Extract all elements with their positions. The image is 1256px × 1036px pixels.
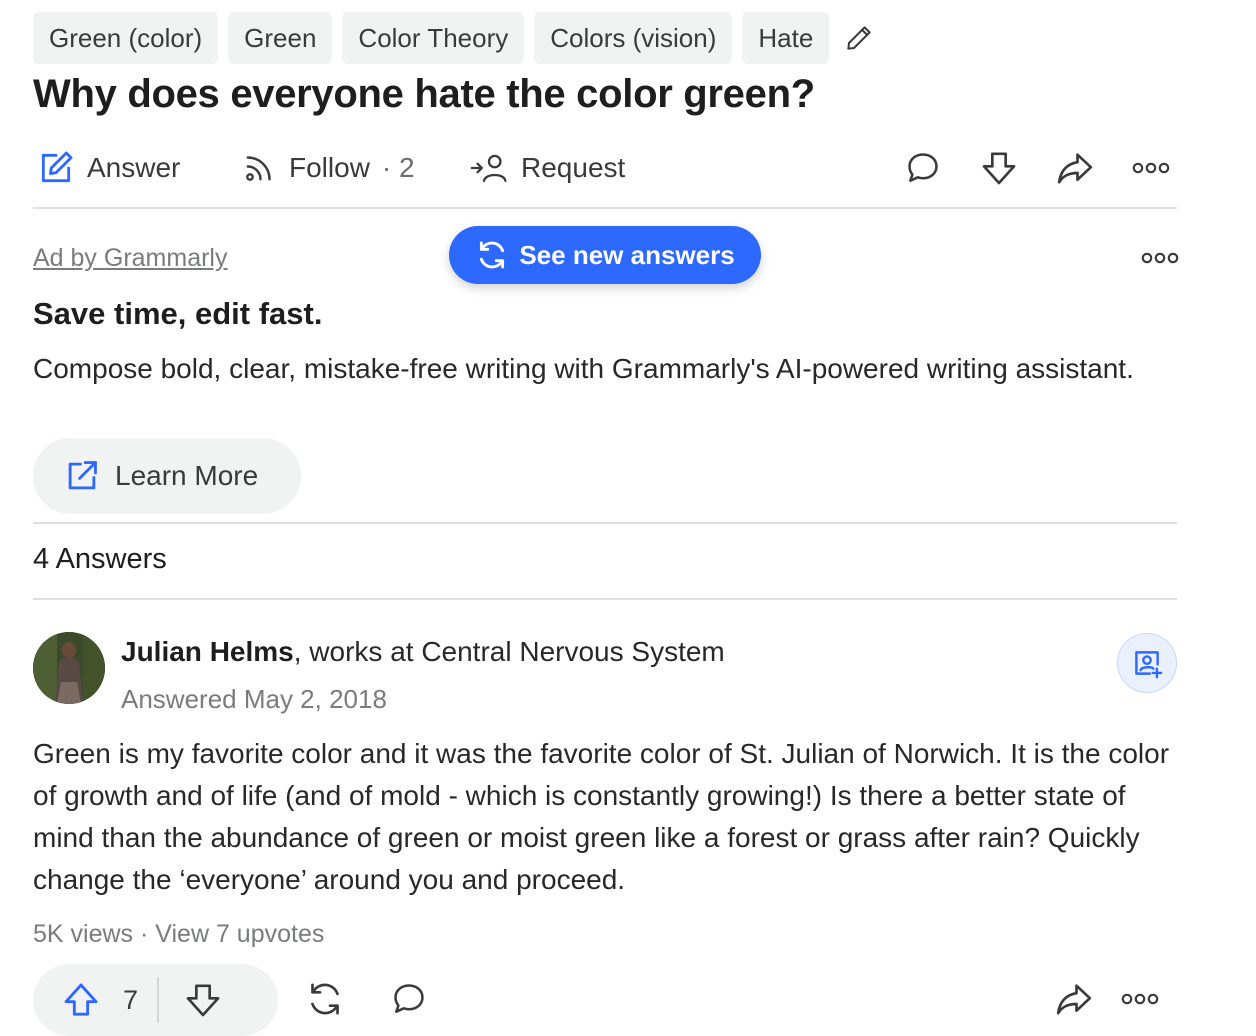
downvote-question-button[interactable] (977, 146, 1021, 190)
see-new-answers-button[interactable]: See new answers (449, 226, 761, 284)
answer-button[interactable]: Answer (37, 140, 180, 196)
see-new-answers-label: See new answers (519, 239, 735, 270)
answer-comment-button[interactable] (387, 977, 431, 1021)
vote-pill: 7 (33, 964, 278, 1036)
author-credential: , works at Central Nervous System (293, 636, 725, 667)
follow-feed-icon (241, 150, 277, 186)
request-person-icon (469, 150, 509, 186)
view-upvotes-link[interactable]: View 7 upvotes (155, 920, 324, 948)
pencil-icon (844, 23, 874, 53)
divider (33, 207, 1177, 209)
author-name[interactable]: Julian Helms (121, 636, 294, 667)
ad-sponsor-link[interactable]: Ad by Grammarly (33, 244, 227, 273)
follow-person-icon (1130, 646, 1164, 680)
views-count: 5K views (33, 920, 134, 948)
downvote-icon (979, 148, 1019, 188)
more-icon (1120, 992, 1160, 1006)
follow-author-button[interactable] (1117, 633, 1177, 693)
share-icon (1054, 979, 1094, 1019)
learn-more-label: Learn More (115, 460, 259, 491)
comment-button[interactable] (901, 146, 945, 190)
request-answer-button[interactable]: Request (469, 140, 625, 196)
answered-date[interactable]: Answered May 2, 2018 (121, 684, 387, 715)
topic-list: Green (color) Green Color Theory Colors … (33, 12, 879, 64)
ad-body-text: Compose bold, clear, mistake-free writin… (33, 353, 1134, 384)
follow-question-button[interactable]: Follow · 2 (241, 140, 415, 196)
question-title[interactable]: Why does everyone hate the color green? (33, 72, 815, 117)
follow-count: · 2 (381, 152, 415, 183)
downvote-button[interactable] (159, 964, 247, 1036)
reshare-button[interactable] (303, 977, 347, 1021)
upvote-icon (61, 980, 101, 1020)
answer-edit-icon (37, 149, 75, 187)
share-answer-button[interactable] (1052, 977, 1096, 1021)
topic-chip[interactable]: Colors (vision) (534, 12, 733, 64)
more-icon (1131, 161, 1171, 175)
topic-chip[interactable]: Color Theory (342, 12, 525, 64)
divider (33, 522, 1177, 524)
topic-chip[interactable]: Green (228, 12, 333, 64)
learn-more-button[interactable]: Learn More (33, 438, 301, 514)
topic-chip[interactable]: Hate (742, 12, 830, 64)
answer-stats: 5K views · View 7 upvotes (33, 920, 325, 948)
share-question-button[interactable] (1053, 146, 1097, 190)
downvote-icon (183, 980, 223, 1020)
refresh-icon (475, 238, 509, 272)
upvote-count: 7 (123, 984, 139, 1015)
answer-author-line: Julian Helms, works at Central Nervous S… (121, 636, 725, 668)
upvote-button[interactable]: 7 (33, 964, 157, 1036)
external-link-icon (63, 457, 101, 495)
comment-icon (904, 149, 942, 187)
edit-topics-button[interactable] (839, 12, 879, 64)
more-options-button[interactable] (1129, 146, 1173, 190)
more-icon (1140, 251, 1180, 265)
topic-chip[interactable]: Green (color) (33, 12, 219, 64)
divider (33, 598, 1177, 600)
question-action-bar: Answer Follow · 2 Request (33, 140, 1177, 196)
request-label: Request (521, 152, 626, 183)
ad-more-options-button[interactable] (1138, 240, 1182, 276)
share-icon (1055, 148, 1095, 188)
avatar[interactable] (33, 632, 105, 704)
answer-more-options-button[interactable] (1118, 977, 1162, 1021)
answer-label: Answer (87, 152, 181, 183)
answer-body-text: Green is my favorite color and it was th… (33, 738, 1170, 895)
ad-headline[interactable]: Save time, edit fast. (33, 296, 322, 332)
answers-count: 4 Answers (33, 543, 167, 575)
comment-icon (390, 980, 428, 1018)
reshare-icon (305, 979, 345, 1019)
follow-label: Follow (289, 152, 370, 183)
